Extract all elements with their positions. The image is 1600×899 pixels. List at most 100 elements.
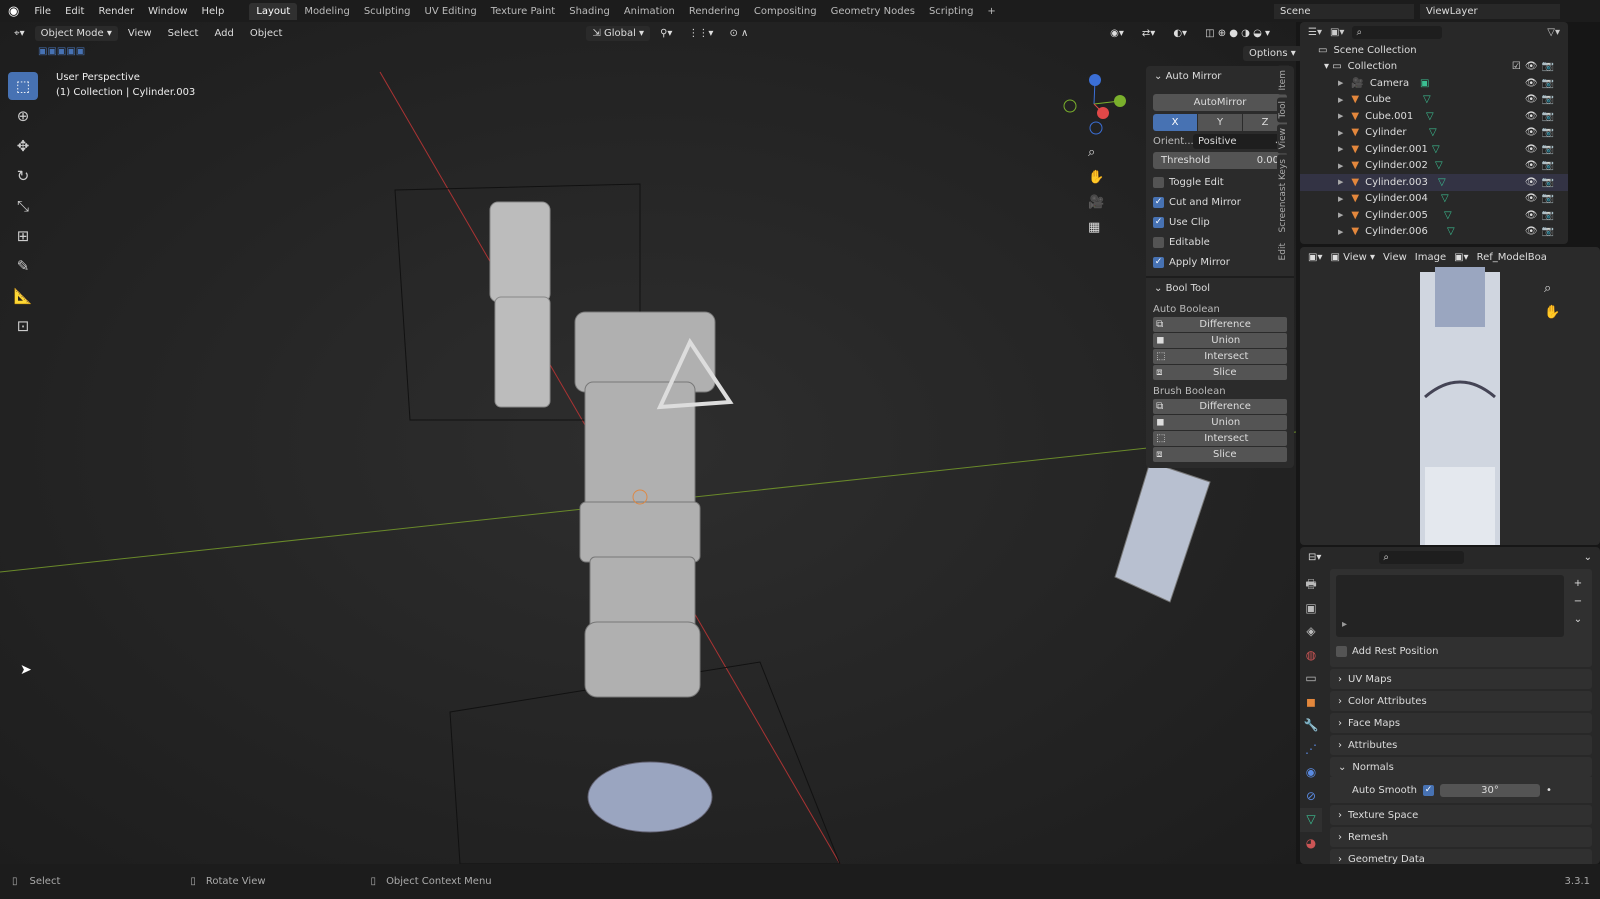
add-rest-position-checkbox[interactable]: Add Rest Position [1336,641,1586,661]
view-layer-tab-icon[interactable]: ◈ [1300,620,1322,644]
apply-mirror-checkbox[interactable]: ✓ Apply Mirror [1153,252,1287,272]
brush-union-button[interactable]: ◼ Union [1153,415,1287,430]
annotate-tool-icon[interactable]: ✎ [8,252,38,280]
zoom-icon[interactable]: ⌕ [1544,277,1560,301]
menu-render[interactable]: Render [91,6,141,17]
add-workspace-button[interactable]: + [980,3,1002,20]
axis-x-toggle[interactable]: X [1153,114,1197,131]
outliner-item[interactable]: ▶ ▼ Cylinder.006 ▽ 👁📷 [1300,224,1568,241]
mesh-data-icon[interactable]: ▽ [1447,226,1455,237]
view-layer-field[interactable]: ViewLayer [1420,3,1560,19]
snap-icon[interactable]: ⋮⋮▾ [682,26,719,41]
visibility-toggles[interactable]: 👁📷 [1525,111,1558,122]
particles-tab-icon[interactable]: ⋰ [1300,738,1322,762]
pan-hand-icon[interactable]: ✋ [1544,301,1560,325]
use-clip-checkbox[interactable]: ✓ Use Clip [1153,212,1287,232]
auto-intersect-button[interactable]: ⬚ Intersect [1153,349,1287,364]
image-name-field[interactable]: Ref_ModelBoard [1477,252,1547,263]
image-browse[interactable]: ▣▾ [1454,252,1468,263]
view-mode-select[interactable]: ▣ View ▾ [1330,252,1375,263]
mesh-data-icon[interactable]: ▽ [1423,94,1431,105]
menu-image[interactable]: Image [1415,252,1446,263]
world-tab-icon[interactable]: ▭ [1300,667,1322,691]
visibility-toggles[interactable]: 👁📷 [1525,226,1558,237]
ortho-grid-icon[interactable]: ▦ [1088,215,1104,240]
camera-data-icon[interactable]: ▣ [1420,78,1429,89]
outliner-item[interactable]: ▶ ▼ Cube.001 ▽ 👁📷 [1300,108,1568,125]
editor-type-icon[interactable]: ⊟▾ [1308,552,1321,563]
tab-geometry-nodes[interactable]: Geometry Nodes [824,3,922,20]
orient-select[interactable]: Positive⌄ [1193,134,1287,149]
auto-smooth-angle-field[interactable]: 30° [1439,783,1540,797]
editor-type-icon[interactable]: ⌖▾ [8,26,31,41]
add-cube-tool-icon[interactable]: ⊡ [8,312,38,340]
visibility-toggles[interactable]: ☑👁📷 [1512,61,1558,72]
outliner-item[interactable]: ▶ ▼ Cylinder.004 ▽ 👁📷 [1300,191,1568,208]
outliner-item[interactable]: ▶ ▼ Cylinder ▽ 👁📷 [1300,125,1568,142]
scene-tab-icon[interactable]: ◍ [1300,644,1322,668]
auto-slice-button[interactable]: ⧈ Slice [1153,365,1287,380]
rotate-tool-icon[interactable]: ↻ [8,162,38,190]
scene-collection-row[interactable]: ▭ Scene Collection [1300,42,1568,59]
move-tool-icon[interactable]: ✥ [8,132,38,160]
axis-y-toggle[interactable]: Y [1198,114,1242,131]
options-dropdown[interactable]: Options ▾ [1243,46,1302,61]
options-chevron-icon[interactable]: ⌄ [1584,552,1592,563]
mesh-data-icon[interactable]: ▽ [1429,127,1437,138]
cursor-tool-icon[interactable]: ⊕ [8,102,38,130]
select-mode-icons[interactable]: ▣▣▣▣▣ [38,46,85,57]
visibility-toggles[interactable]: 👁📷 [1525,78,1558,89]
editor-type-icon[interactable]: ▣▾ [1308,252,1322,263]
tab-screencast-keys[interactable]: Screencast Keys [1277,155,1289,237]
tab-item[interactable]: Item [1277,66,1289,95]
mesh-data-icon[interactable]: ▽ [1435,160,1443,171]
zoom-icon[interactable]: ⌕ [1088,140,1104,165]
mesh-data-tab-icon[interactable]: ▽ [1300,808,1322,832]
scene-field[interactable]: Scene [1274,3,1414,19]
tab-layout[interactable]: Layout [249,2,298,20]
panel-texture-space[interactable]: › Texture Space [1330,805,1592,825]
tab-compositing[interactable]: Compositing [747,3,824,20]
filter-icon[interactable]: ▽▾ [1547,27,1560,38]
orientation-select[interactable]: ⇲ Global ▾ [586,25,651,41]
mode-select[interactable]: Object Mode ▾ [34,25,118,41]
expand-arrow-icon[interactable]: ▶ [1338,96,1343,104]
panel-attributes[interactable]: › Attributes [1330,735,1592,755]
proportional-edit-icon[interactable]: ⊙ ∧ [723,26,754,41]
brush-intersect-button[interactable]: ⬚ Intersect [1153,431,1287,446]
editable-checkbox[interactable]: Editable [1153,232,1287,252]
menu-view[interactable]: View [1383,252,1407,263]
material-tab-icon[interactable]: ◕ [1300,832,1322,856]
tab-shading[interactable]: Shading [562,3,617,20]
overlay-icon[interactable]: ◐▾ [1167,26,1193,41]
outliner-item[interactable]: ▶ ▼ Cube ▽ 👁📷 [1300,92,1568,109]
expand-arrow-icon[interactable]: ▶ [1338,178,1343,186]
auto-mirror-header[interactable]: ⌄ Auto Mirror [1146,66,1294,86]
blender-logo-icon[interactable]: ◉ [0,4,27,19]
visibility-icon[interactable]: ◉▾ [1104,26,1130,41]
tab-uv-editing[interactable]: UV Editing [418,3,484,20]
measure-tool-icon[interactable]: 📐 [8,282,38,310]
tab-scripting[interactable]: Scripting [922,3,980,20]
visibility-toggles[interactable]: 👁📷 [1525,193,1558,204]
menu-select[interactable]: Select [162,26,205,41]
outliner-item[interactable]: ▶ ▼ Cylinder.002 ▽ 👁📷 [1300,158,1568,175]
panel-uv-maps[interactable]: › UV Maps [1330,669,1592,689]
gizmo-icon[interactable]: ⇄▾ [1136,26,1161,41]
menu-file[interactable]: File [27,6,58,17]
remove-icon[interactable]: − [1570,593,1586,611]
auto-smooth-checkbox[interactable]: ✓ [1422,784,1434,796]
auto-difference-button[interactable]: ⧉ Difference [1153,317,1287,332]
mesh-data-icon[interactable]: ▽ [1444,210,1452,221]
tab-tool[interactable]: Tool [1277,96,1289,122]
menu-edit[interactable]: Edit [58,6,91,17]
menu-object[interactable]: Object [244,26,289,41]
scale-tool-icon[interactable]: ⤡ [8,192,38,220]
panel-color-attributes[interactable]: › Color Attributes [1330,691,1592,711]
properties-search-input[interactable]: ⌕ [1379,550,1465,564]
mesh-data-icon[interactable]: ▽ [1441,193,1449,204]
tab-modeling[interactable]: Modeling [297,3,357,20]
expand-arrow-icon[interactable]: ▶ [1338,129,1343,137]
menu-add[interactable]: Add [208,26,239,41]
tab-edit[interactable]: Edit [1277,238,1289,265]
